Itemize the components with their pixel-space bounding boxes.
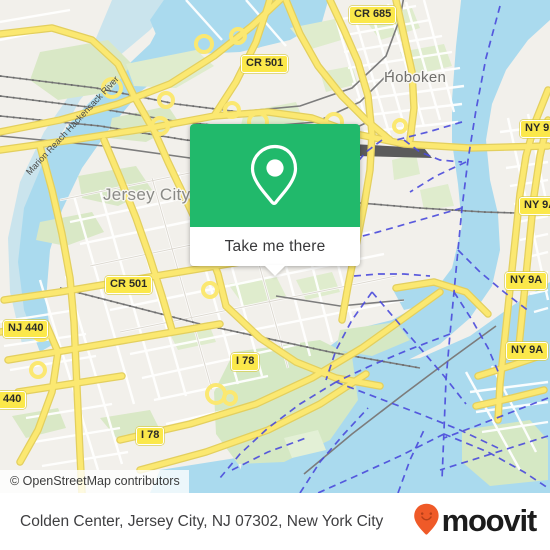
map-label-jersey-city: Jersey City (103, 185, 191, 204)
moovit-smiling-pin-icon (413, 503, 440, 541)
footer-bar: Colden Center, Jersey City, NJ 07302, Ne… (0, 493, 550, 550)
take-me-there-button[interactable]: Take me there (190, 227, 360, 276)
take-me-there-label: Take me there (224, 237, 326, 255)
shield-cr-501-mid[interactable]: CR 501 (105, 276, 153, 294)
shield-ny-9-upper[interactable]: NY 9 (520, 120, 550, 138)
shield-nj-440[interactable]: NJ 440 (3, 320, 49, 338)
shield-ny-9a-upper[interactable]: NY 9A (519, 197, 550, 215)
location-popup-card[interactable]: Take me there (190, 124, 360, 276)
popup-header (190, 124, 360, 227)
moovit-wordmark: moovit (441, 503, 538, 538)
osm-attribution[interactable]: © OpenStreetMap contributors (0, 470, 189, 493)
map-canvas[interactable]: Jersey City Hoboken Marion Reach Hackens… (0, 0, 550, 493)
shield-440[interactable]: 440 (0, 391, 27, 409)
shield-i-78-lower[interactable]: I 78 (136, 427, 165, 445)
shield-i-78-upper[interactable]: I 78 (231, 353, 260, 371)
shield-ny-9a-mid[interactable]: NY 9A (505, 272, 548, 290)
map-pin-icon (248, 143, 302, 209)
location-title: Colden Center, Jersey City, NJ 07302, Ne… (20, 512, 384, 530)
moovit-logo[interactable]: moovit (413, 503, 538, 541)
shield-cr-501-top[interactable]: CR 501 (241, 55, 289, 73)
map-screenshot: Jersey City Hoboken Marion Reach Hackens… (0, 0, 550, 550)
popup-tail-pointer (264, 265, 286, 276)
map-label-hoboken: Hoboken (384, 69, 447, 86)
shield-cr-685[interactable]: CR 685 (349, 6, 397, 24)
shield-ny-9a-lower[interactable]: NY 9A (506, 342, 549, 360)
